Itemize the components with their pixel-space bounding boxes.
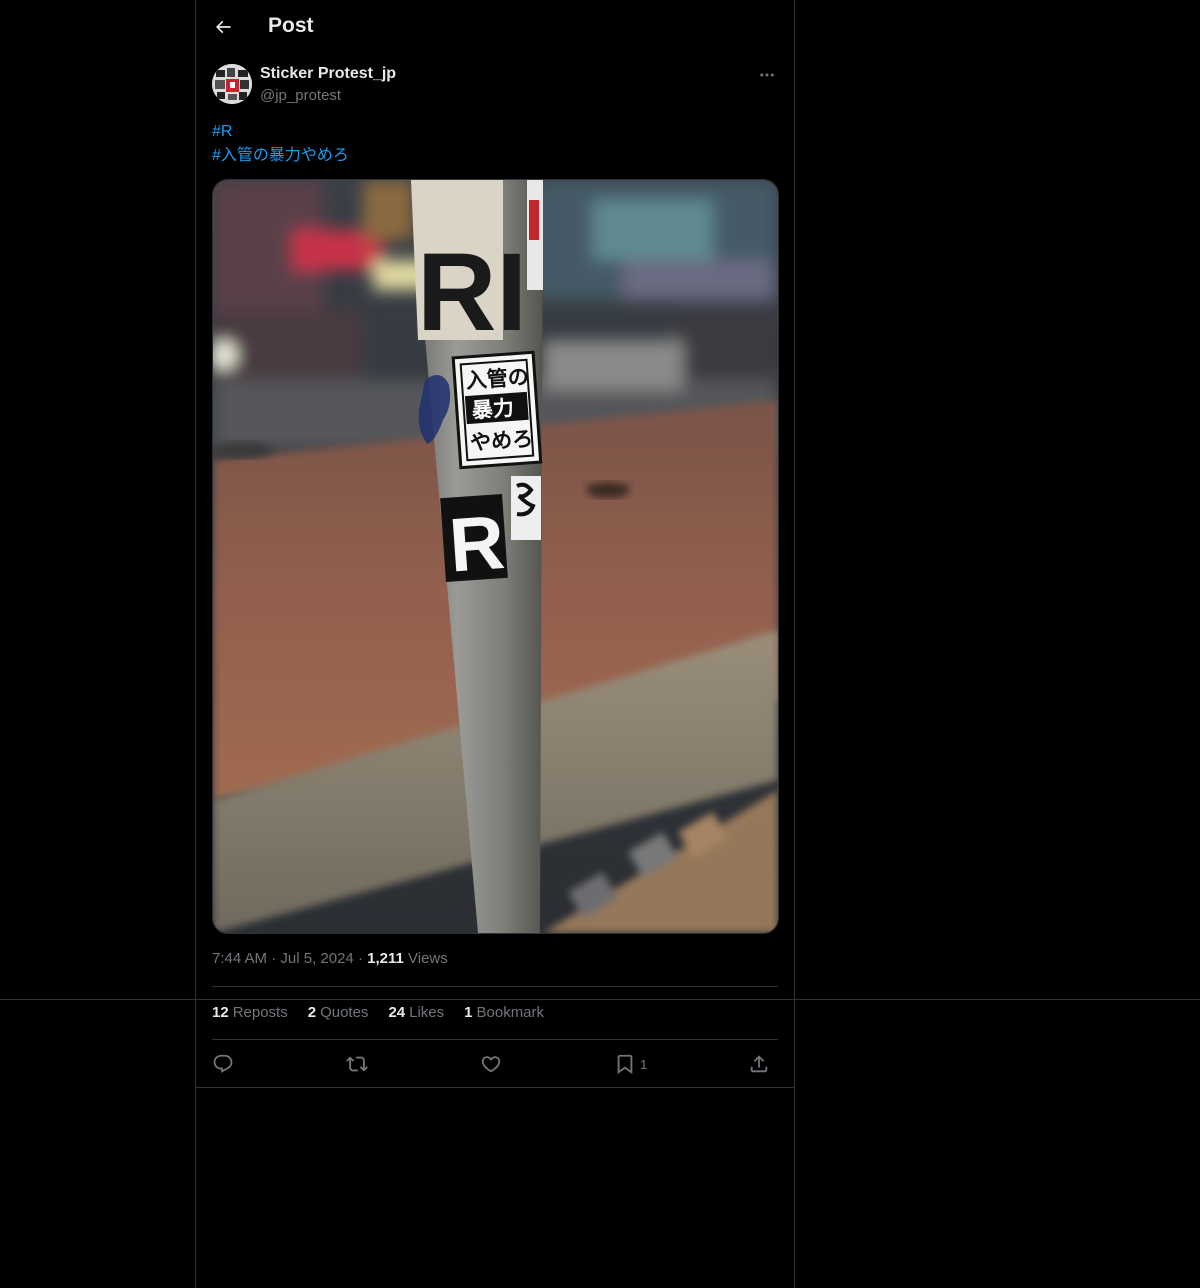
- views-label: Views: [408, 950, 448, 967]
- divider: [212, 1039, 778, 1040]
- bookmark-icon: [617, 1054, 633, 1075]
- page-title: Post: [268, 14, 314, 37]
- sticker-line-2: 暴力: [471, 396, 515, 423]
- repost-button[interactable]: [346, 1048, 368, 1080]
- more-horizontal-icon: [760, 73, 774, 77]
- bookmarks-label: Bookmark: [476, 1004, 545, 1021]
- post-time[interactable]: 7:44 AM: [212, 950, 267, 967]
- reposts-stat[interactable]: 12 Reposts: [212, 1004, 288, 1021]
- post-text: #R #入管の暴力やめろ: [212, 120, 349, 168]
- post-date[interactable]: Jul 5, 2024: [280, 950, 353, 967]
- arrow-left-icon: [215, 20, 231, 34]
- like-button[interactable]: [480, 1048, 502, 1080]
- share-icon: [750, 1055, 768, 1073]
- reply-button[interactable]: [212, 1048, 234, 1080]
- reposts-label: Reposts: [232, 1004, 288, 1021]
- post-header: Post: [196, 0, 794, 54]
- likes-count: 24: [388, 1004, 406, 1021]
- post-metadata: 7:44 AM · Jul 5, 2024 · 1,211 Views: [212, 950, 448, 967]
- reposts-count: 12: [212, 1004, 229, 1021]
- primary-column: Post Sticker Protest_jp @jp_protest #R #…: [195, 0, 795, 1288]
- meta-separator: ·: [271, 950, 277, 967]
- heart-icon: [481, 1056, 501, 1073]
- back-button[interactable]: [206, 10, 240, 44]
- pole-sticker-fragment: RI: [417, 231, 527, 354]
- post-photo[interactable]: RI 入管の 暴力 やめろ R: [212, 179, 779, 934]
- hashtag-link[interactable]: #R: [212, 120, 349, 144]
- author-handle[interactable]: @jp_protest: [260, 87, 341, 104]
- quotes-label: Quotes: [320, 1004, 369, 1021]
- bookmarks-stat[interactable]: 1 Bookmark: [464, 1004, 544, 1021]
- likes-stat[interactable]: 24 Likes: [388, 1004, 444, 1021]
- share-button[interactable]: [748, 1048, 770, 1080]
- post-actions: 1: [212, 1048, 778, 1080]
- sticker-line-1: 入管の: [465, 365, 530, 393]
- bookmark-button[interactable]: 1: [614, 1048, 647, 1080]
- quotes-count: 2: [307, 1004, 317, 1021]
- avatar[interactable]: [212, 64, 252, 104]
- bookmark-count: 1: [640, 1056, 648, 1072]
- author-display-name[interactable]: Sticker Protest_jp: [260, 65, 396, 83]
- more-options-button[interactable]: [756, 64, 778, 86]
- engagement-stats: 12 Reposts 2 Quotes 24 Likes 1 Bookmark: [212, 1004, 544, 1021]
- meta-separator: ·: [357, 950, 363, 967]
- hashtag-link[interactable]: #入管の暴力やめろ: [212, 144, 349, 168]
- reply-icon: [213, 1054, 233, 1073]
- bookmarks-count: 1: [464, 1004, 473, 1021]
- page: Post Sticker Protest_jp @jp_protest #R #…: [0, 0, 1200, 1288]
- sticker-r: R: [447, 500, 508, 589]
- post-author: Sticker Protest_jp @jp_protest: [212, 64, 778, 108]
- street-pole-photo: RI 入管の 暴力 やめろ R: [213, 180, 778, 933]
- views-count: 1,211: [367, 950, 404, 967]
- quotes-stat[interactable]: 2 Quotes: [308, 1004, 369, 1021]
- repost-icon: [346, 1056, 368, 1072]
- sticker-line-3: やめろ: [469, 427, 534, 455]
- divider: [196, 1087, 794, 1088]
- divider: [212, 986, 778, 987]
- likes-label: Likes: [409, 1004, 445, 1021]
- avatar-image: [212, 64, 252, 104]
